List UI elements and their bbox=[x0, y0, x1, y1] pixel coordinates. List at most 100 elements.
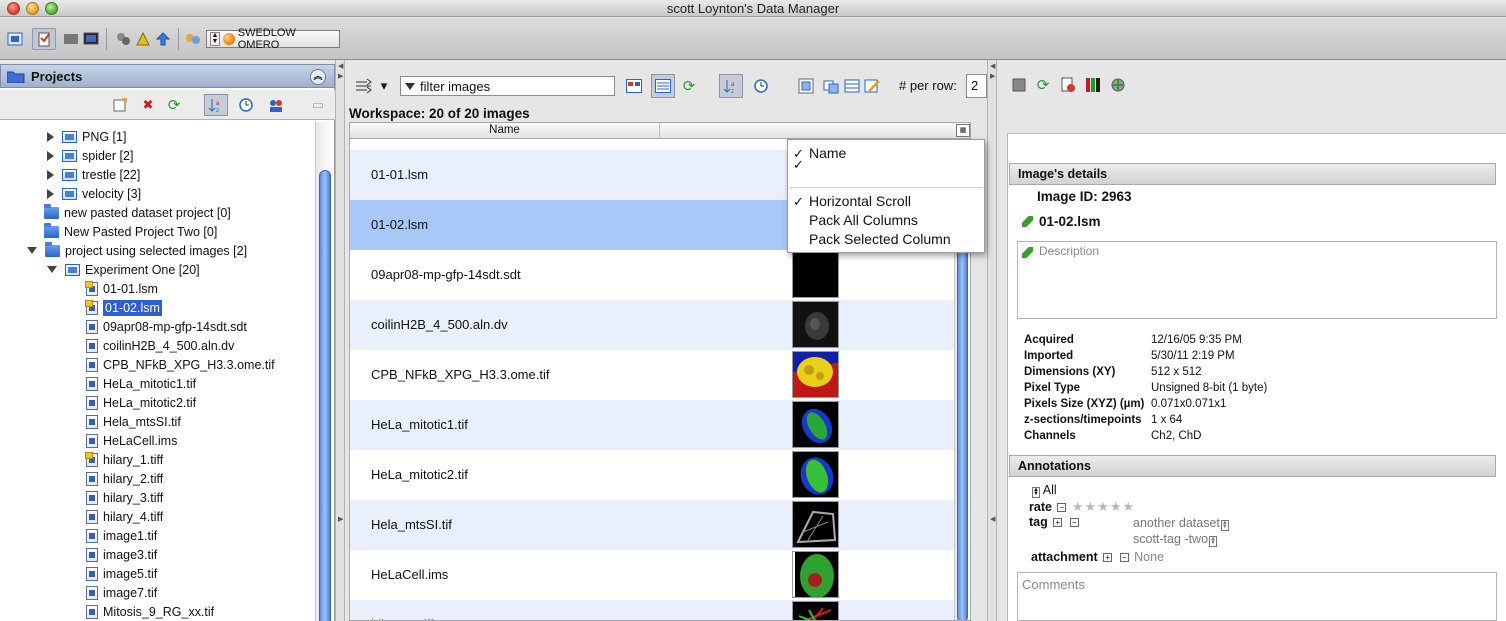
workspace-sort-date-icon[interactable] bbox=[751, 76, 771, 96]
right-splitter[interactable]: ◀ ▶ ◀ bbox=[987, 60, 997, 621]
columns-icon[interactable] bbox=[842, 76, 862, 96]
tree-image-item[interactable]: 09apr08-mp-gfp-14sdt.sdt bbox=[86, 317, 247, 336]
group-icon[interactable] bbox=[184, 30, 202, 48]
image-name[interactable]: 01-02.lsm bbox=[1022, 214, 1101, 229]
workspace-refresh-icon[interactable]: ⟳ bbox=[679, 76, 699, 96]
edit-description-pencil-icon[interactable] bbox=[1022, 247, 1033, 258]
tree-image-item[interactable]: image5.tif bbox=[86, 564, 157, 583]
tree-item-spider[interactable]: spider [2] bbox=[47, 146, 133, 165]
tag-item[interactable]: scott-tag -two ▲ ▼ bbox=[1133, 532, 1218, 547]
tree-image-item[interactable]: hilary_2.tiff bbox=[86, 469, 163, 488]
tree-image-item[interactable]: HeLaCell.ims bbox=[86, 431, 177, 450]
projects-scrollbar[interactable] bbox=[315, 122, 334, 621]
server-selector[interactable]: ▲ ▼ SWEDLOW OMERO bbox=[206, 27, 340, 51]
table-row[interactable]: coilinH2B_4_500.aln.dv bbox=[350, 300, 970, 350]
data-manager-icon[interactable] bbox=[6, 30, 24, 48]
table-row[interactable]: HeLaCell.ims bbox=[350, 550, 970, 600]
table-row[interactable]: Hela_mtsSI.tif bbox=[350, 500, 970, 550]
comments-field[interactable]: Comments bbox=[1017, 572, 1497, 621]
collapse-icon[interactable] bbox=[47, 266, 57, 273]
thumbnail-view-icon[interactable] bbox=[624, 76, 644, 96]
zoom-fit-icon[interactable] bbox=[796, 76, 816, 96]
tree-item-velocity[interactable]: velocity [3] bbox=[47, 184, 141, 203]
splitter-right-arrow-icon[interactable]: ▶ bbox=[990, 72, 995, 80]
tree-image-item[interactable]: image7.tif bbox=[86, 583, 157, 602]
tree-item-png[interactable]: PNG [1] bbox=[47, 127, 126, 146]
table-row[interactable]: 09apr08-mp-gfp-14sdt.sdt bbox=[350, 250, 970, 300]
refresh-icon[interactable]: ⟳ bbox=[166, 97, 182, 114]
image-thumbnail[interactable] bbox=[792, 401, 839, 448]
manage-dropdown-icon[interactable]: ▾ bbox=[374, 76, 394, 96]
filter-dropdown-icon[interactable] bbox=[405, 82, 415, 90]
image-thumbnail[interactable] bbox=[792, 601, 839, 620]
image-thumbnail[interactable] bbox=[792, 351, 839, 398]
sort-date-icon[interactable] bbox=[238, 97, 254, 113]
menu-item-thumbnail-column[interactable] bbox=[809, 163, 979, 182]
panel-options-icon[interactable]: ▭ bbox=[310, 97, 326, 113]
publish-icon[interactable] bbox=[1060, 77, 1076, 93]
tree-item-project-using-selected-images[interactable]: project using selected images [2] bbox=[27, 241, 247, 260]
edit-name-pencil-icon[interactable] bbox=[1022, 216, 1033, 227]
menu-item-name-column[interactable]: Name bbox=[809, 144, 846, 163]
tag-menu-icon[interactable]: ▲ ▼ bbox=[1220, 520, 1229, 531]
expand-icon[interactable] bbox=[47, 150, 54, 161]
column-header-name[interactable]: Name bbox=[350, 123, 660, 139]
tree-image-item[interactable]: hilary_4.tiff bbox=[86, 507, 163, 526]
workspace-sort-alpha-icon[interactable]: az bbox=[719, 74, 743, 98]
tree-image-item-selected[interactable]: 01-02.lsm bbox=[85, 298, 162, 317]
tree-image-item[interactable]: HeLa_mitotic1.tif bbox=[86, 374, 196, 393]
table-row[interactable]: HeLa_mitotic2.tif bbox=[350, 450, 970, 500]
image-details-header[interactable]: Image's details bbox=[1009, 163, 1496, 185]
image-thumbnail[interactable] bbox=[792, 301, 839, 348]
sort-alpha-icon[interactable]: az bbox=[204, 94, 228, 116]
expand-icon[interactable] bbox=[47, 188, 54, 199]
tree-image-item[interactable]: Hela_mtsSI.tif bbox=[86, 412, 181, 431]
edit-icon[interactable] bbox=[862, 76, 882, 96]
left-splitter[interactable]: ◀ ▶ ▶ bbox=[335, 60, 345, 621]
rating-collapse-icon[interactable]: − bbox=[1057, 503, 1067, 512]
image-thumbnail[interactable] bbox=[792, 251, 839, 298]
analysis-icon[interactable] bbox=[1110, 77, 1126, 93]
users-filter-icon[interactable] bbox=[268, 97, 284, 113]
view-image-icon[interactable] bbox=[1085, 77, 1101, 93]
image-thumbnail[interactable] bbox=[792, 451, 839, 498]
expand-icon[interactable] bbox=[47, 169, 54, 180]
tree-item-trestle[interactable]: trestle [22] bbox=[47, 165, 140, 184]
filter-stepper-icon[interactable]: ▲ ▼ bbox=[1032, 487, 1040, 498]
expand-icon[interactable] bbox=[47, 131, 54, 142]
add-attachment-icon[interactable]: + bbox=[1103, 553, 1113, 562]
table-row[interactable]: hilary_1.tiff bbox=[350, 600, 970, 620]
annotation-filter[interactable]: ▲ ▼ All bbox=[1031, 483, 1057, 498]
table-row[interactable]: HeLa_mitotic1.tif bbox=[350, 400, 970, 450]
collapse-icon[interactable] bbox=[27, 247, 37, 254]
menu-item-horizontal-scroll[interactable]: Horizontal Scroll bbox=[809, 192, 911, 211]
menu-item-pack-selected-column[interactable]: Pack Selected Column bbox=[809, 230, 951, 249]
upload-icon[interactable] bbox=[154, 30, 172, 48]
image-thumbnail[interactable] bbox=[792, 551, 839, 598]
search-users-icon[interactable] bbox=[114, 30, 132, 48]
annotations-header[interactable]: Annotations bbox=[1009, 455, 1496, 477]
layout-icon[interactable] bbox=[821, 76, 841, 96]
clipboard-icon[interactable] bbox=[32, 28, 56, 50]
menu-item-pack-all-columns[interactable]: Pack All Columns bbox=[809, 211, 918, 230]
scrollbar-thumb[interactable] bbox=[319, 170, 331, 621]
remove-tag-icon[interactable]: − bbox=[1069, 518, 1079, 527]
tree-image-item[interactable]: hilary_3.tiff bbox=[86, 488, 163, 507]
screen-icon[interactable] bbox=[82, 30, 100, 48]
details-refresh-icon[interactable]: ⟳ bbox=[1035, 77, 1051, 94]
stop-icon[interactable] bbox=[1011, 77, 1027, 93]
tree-image-item[interactable]: coilinH2B_4_500.aln.dv bbox=[86, 336, 234, 355]
tree-item-new-pasted-dataset-project[interactable]: new pasted dataset project [0] bbox=[44, 203, 231, 222]
image-thumbnail[interactable] bbox=[792, 501, 839, 548]
per-row-input[interactable]: 2 bbox=[966, 74, 987, 98]
tree-image-item[interactable]: image1.tif bbox=[86, 526, 157, 545]
rating-stars[interactable]: ★★★★★ bbox=[1072, 499, 1135, 514]
tree-item-new-pasted-project-two[interactable]: New Pasted Project Two [0] bbox=[44, 222, 217, 241]
add-tag-icon[interactable]: + bbox=[1053, 518, 1063, 527]
tree-item-experiment-one[interactable]: Experiment One [20] bbox=[47, 260, 200, 279]
column-options-icon[interactable]: ▦ bbox=[956, 124, 970, 137]
tree-image-item[interactable]: HeLa_mitotic2.tif bbox=[86, 393, 196, 412]
table-row[interactable]: CPB_NFkB_XPG_H3.3.ome.tif bbox=[350, 350, 970, 400]
hierarchy-icon[interactable] bbox=[62, 30, 80, 48]
manage-icon[interactable] bbox=[354, 76, 374, 96]
